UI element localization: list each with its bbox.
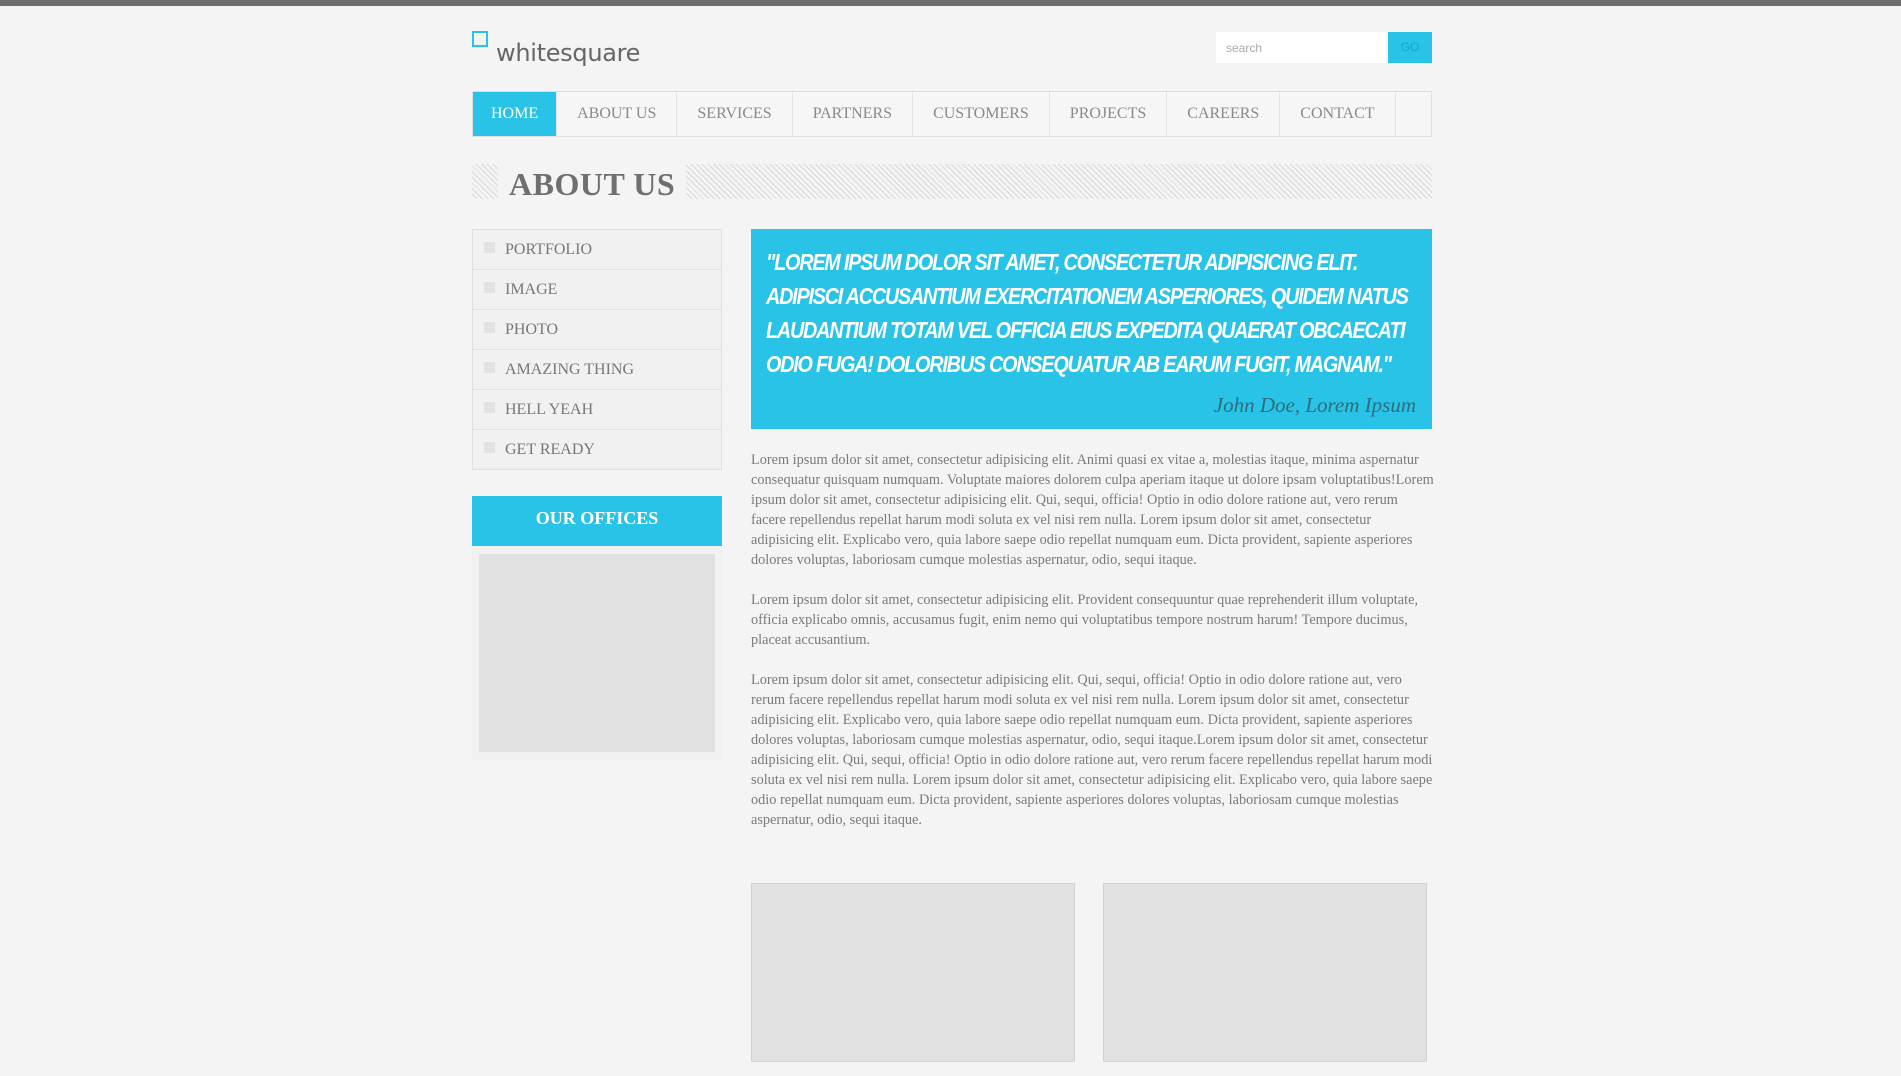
image-placeholder[interactable] <box>751 883 1075 1062</box>
nav-item-partners[interactable]: PARTNERS <box>793 92 914 136</box>
page-title: ABOUT US <box>498 164 687 202</box>
quote-block: "Lorem ipsum dolor sit amet, consectetur… <box>751 229 1432 429</box>
nav-item-projects[interactable]: PROJECTS <box>1050 92 1168 136</box>
logo-square-icon <box>472 31 488 47</box>
bullet-square-icon <box>484 402 495 413</box>
nav-item-contact[interactable]: CONTACT <box>1280 92 1396 136</box>
bullet-square-icon <box>484 362 495 373</box>
sidebar-item-get-ready[interactable]: GET READY <box>473 430 721 469</box>
go-button[interactable]: GO <box>1388 32 1432 63</box>
logo[interactable]: whitesquare <box>472 30 672 72</box>
quote-text: "Lorem ipsum dolor sit amet, consectetur… <box>766 249 1409 377</box>
logo-text: whitesquare <box>496 39 641 67</box>
page-heading-band: ABOUT US <box>472 164 1432 202</box>
content-paragraph: Lorem ipsum dolor sit amet, consectetur … <box>751 452 1434 568</box>
content-paragraph: Lorem ipsum dolor sit amet, consectetur … <box>751 672 1433 828</box>
sidebar-item-photo[interactable]: PHOTO <box>473 310 721 350</box>
nav-item-home[interactable]: HOME <box>473 92 558 136</box>
sidebar-item-label: GET READY <box>505 441 595 458</box>
sidebar-item-amazing-thing[interactable]: AMAZING THING <box>473 350 721 390</box>
bullet-square-icon <box>484 282 495 293</box>
sidebar-item-label: AMAZING THING <box>505 361 635 378</box>
sidebar-item-label: PORTFOLIO <box>505 241 593 258</box>
offices-map-placeholder[interactable] <box>479 554 715 752</box>
bullet-square-icon <box>484 442 495 453</box>
image-placeholder[interactable] <box>1103 883 1427 1062</box>
content-body: Lorem ipsum dolor sit amet, consectetur … <box>751 450 1435 850</box>
nav-item-services[interactable]: SERVICES <box>677 92 793 136</box>
bullet-square-icon <box>484 322 495 333</box>
sidebar-item-image[interactable]: IMAGE <box>473 270 721 310</box>
sidebar-item-hell-yeah[interactable]: HELL YEAH <box>473 390 721 430</box>
sidebar-menu: PORTFOLIO IMAGE PHOTO AMAZING THING HELL… <box>472 229 722 470</box>
nav-item-careers[interactable]: CAREERS <box>1167 92 1281 136</box>
offices-panel <box>472 546 722 760</box>
nav-item-about-us[interactable]: ABOUT US <box>557 92 678 136</box>
quote-author: John Doe, Lorem Ipsum <box>1213 393 1416 417</box>
offices-title: OUR OFFICES <box>472 496 722 546</box>
bullet-square-icon <box>484 242 495 253</box>
nav-item-customers[interactable]: CUSTOMERS <box>913 92 1050 136</box>
main-nav: HOME ABOUT US SERVICES PARTNERS CUSTOMER… <box>472 91 1432 137</box>
search-input[interactable] <box>1216 32 1386 63</box>
sidebar-item-label: PHOTO <box>505 321 559 338</box>
page-container: whitesquare GO HOME ABOUT US SERVICES PA… <box>472 0 1435 1076</box>
content-paragraph: Lorem ipsum dolor sit amet, consectetur … <box>751 592 1419 648</box>
sidebar-item-portfolio[interactable]: PORTFOLIO <box>473 230 721 270</box>
sidebar-item-label: IMAGE <box>505 281 558 298</box>
sidebar-item-label: HELL YEAH <box>505 401 594 418</box>
